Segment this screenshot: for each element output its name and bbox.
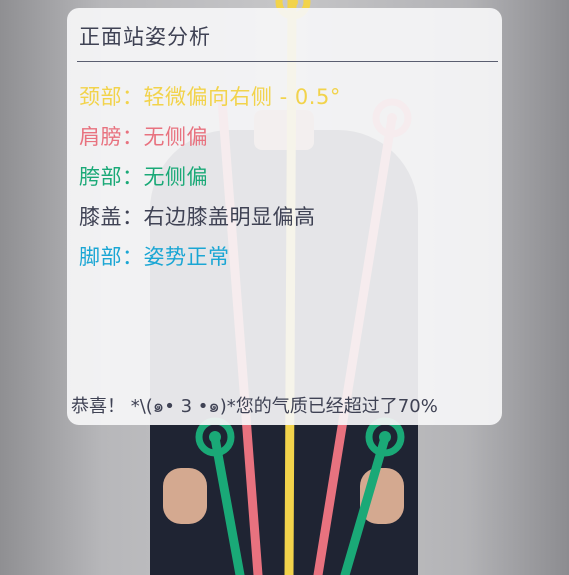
hip-result: 胯部：无侧偏 — [79, 165, 208, 189]
shoulder-result: 肩膀：无侧偏 — [79, 125, 208, 149]
hip-line-left — [210, 433, 245, 575]
posture-analysis-card: 正面站姿分析 颈部：轻微偏向右侧 - 0.5° 肩膀：无侧偏 胯部：无侧偏 膝盖… — [67, 8, 502, 425]
foot-result: 脚部：姿势正常 — [79, 245, 230, 269]
card-title: 正面站姿分析 — [79, 25, 211, 49]
neck-result: 颈部：轻微偏向右侧 - 0.5° — [79, 85, 341, 109]
title-divider — [77, 61, 498, 62]
congrats-footer: 恭喜！ *\(๑• 3 •๑)*您的气质已经超过了70% — [71, 396, 438, 417]
knee-result: 膝盖：右边膝盖明显偏高 — [79, 205, 316, 229]
hip-line-right — [340, 433, 390, 575]
